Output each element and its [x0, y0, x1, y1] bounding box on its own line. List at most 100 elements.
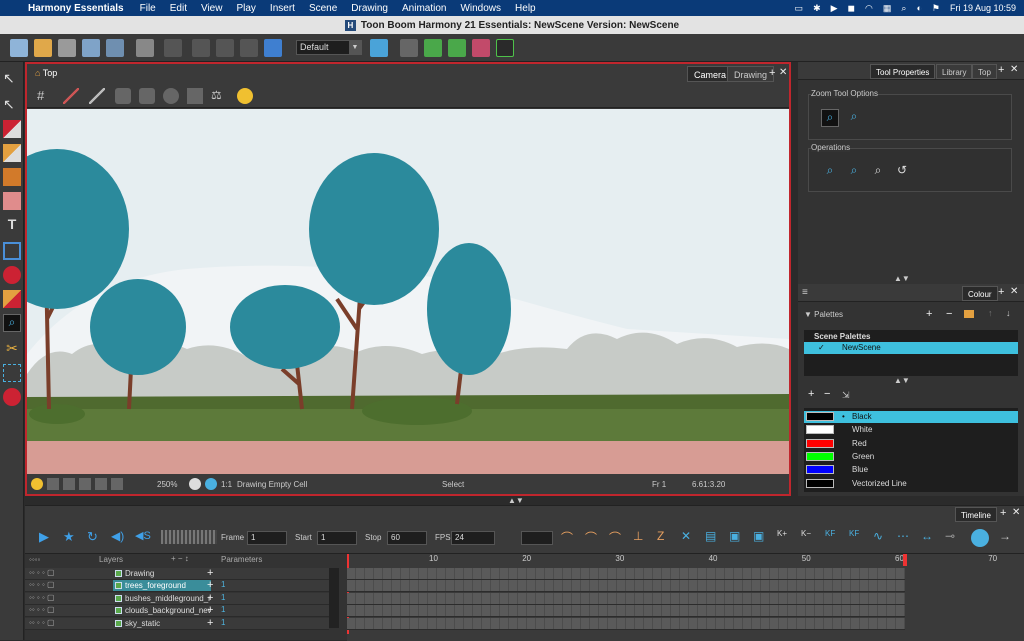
peg-icon[interactable] — [424, 39, 442, 57]
frame-row[interactable] — [347, 605, 905, 618]
dropper-icon[interactable] — [3, 290, 21, 308]
copy-icon[interactable] — [216, 39, 234, 57]
layer-toggles-icon[interactable]: ◦◦ ◦ ◦ ▢ — [29, 593, 55, 602]
app-menu[interactable]: Harmony Essentials — [28, 3, 124, 14]
delete-keyframe-icon[interactable]: K− — [801, 529, 819, 547]
ruler-icon[interactable] — [63, 88, 79, 104]
clear-exposure-icon[interactable]: ✕ — [681, 529, 699, 547]
light-bulb-icon[interactable] — [31, 478, 43, 490]
play-icon[interactable]: ▶ — [39, 529, 57, 547]
stop-marker[interactable] — [903, 554, 907, 566]
zoom-out-icon[interactable]: ⌕ — [845, 163, 863, 181]
peg-reset-icon[interactable] — [472, 39, 490, 57]
workspace-select[interactable]: Default ▼ — [296, 40, 362, 55]
tab-colour[interactable]: Colour — [962, 286, 998, 301]
add-palette-icon[interactable]: + — [926, 308, 932, 320]
menu-edit[interactable]: Edit — [170, 3, 187, 14]
loop-icon[interactable]: ↻ — [87, 529, 105, 547]
bluetooth-icon[interactable]: ✱ — [813, 3, 821, 14]
swatch-item[interactable]: Green — [804, 451, 1018, 463]
layer-toggles-icon[interactable]: ◦◦ ◦ ◦ ▢ — [29, 605, 55, 614]
motion-path-icon[interactable]: ∿ — [873, 529, 891, 547]
zoom-in-icon[interactable]: ⌕ — [821, 109, 839, 127]
lock-icon[interactable] — [95, 478, 107, 490]
add-layer-icon[interactable]: + − ↕ — [171, 554, 189, 563]
disc-icon[interactable] — [163, 88, 179, 104]
bone-icon[interactable]: ⊸ — [945, 529, 963, 547]
more-arrow-icon[interactable]: → — [999, 529, 1017, 547]
folder-icon[interactable] — [964, 310, 974, 318]
duplicate-drawing-icon[interactable]: ▣ — [753, 529, 771, 547]
tab-library[interactable]: Library — [936, 64, 973, 79]
layers-scrollbar[interactable] — [329, 568, 339, 628]
animate-tool-icon[interactable] — [3, 388, 21, 406]
add-panel-icon[interactable]: + — [998, 64, 1004, 76]
peg-add-icon[interactable] — [448, 39, 466, 57]
remove-palette-icon[interactable]: − — [946, 308, 952, 320]
splitter-arrows-icon[interactable]: ▲▼ — [894, 274, 910, 283]
play-selection-icon[interactable]: ★ — [63, 529, 81, 547]
onion-skin-toggle-icon[interactable] — [971, 529, 989, 547]
menu-scene[interactable]: Scene — [309, 3, 337, 14]
add-view-icon[interactable]: + — [769, 67, 775, 79]
swatch-item[interactable]: Black • — [804, 411, 1018, 423]
open-folder-icon[interactable] — [34, 39, 52, 57]
colour-options-icon[interactable]: ⇲ — [842, 390, 850, 401]
swatch-item[interactable]: White — [804, 424, 1018, 436]
stamp-icon[interactable] — [3, 168, 21, 186]
paint-bucket-icon[interactable] — [3, 266, 21, 284]
menu-drawing[interactable]: Drawing — [351, 3, 388, 14]
redo-icon[interactable] — [164, 39, 182, 57]
speed-slider[interactable] — [161, 530, 217, 544]
line-guide-icon[interactable] — [89, 88, 105, 104]
layer-row[interactable]: ◦◦ ◦ ◦ ▢ Drawing + — [25, 567, 329, 580]
brush-icon[interactable] — [3, 120, 21, 138]
balance-icon[interactable]: ⚖ — [211, 88, 227, 104]
start-field[interactable]: 1 — [317, 531, 357, 545]
close-icon[interactable]: ✕ — [1012, 507, 1020, 518]
stopwatch-icon[interactable] — [237, 88, 253, 104]
frame-row[interactable] — [347, 617, 905, 630]
expand-layer-icon[interactable]: + — [207, 604, 213, 616]
rectangle-tool-icon[interactable] — [3, 242, 21, 260]
field-chart-icon[interactable] — [79, 478, 91, 490]
gear-icon[interactable] — [189, 478, 201, 490]
transform-tool-icon[interactable] — [3, 364, 21, 382]
sound-icon[interactable]: ◀) — [111, 529, 129, 547]
contour-editor-icon[interactable]: ↖ — [3, 96, 21, 114]
layer-row[interactable]: ◦◦ ◦ ◦ ▢ sky_static +1 — [25, 617, 329, 630]
splitter-arrows-icon[interactable]: ▲▼ — [894, 376, 910, 385]
swatch-item[interactable]: Vectorized Line — [804, 478, 1018, 490]
zoom-level[interactable]: 250% — [157, 480, 177, 489]
menu-file[interactable]: File — [140, 3, 156, 14]
frame-grid[interactable]: 10 20 30 40 50 60 70 — [347, 554, 1024, 641]
menu-help[interactable]: Help — [515, 3, 536, 14]
select-arrow-icon[interactable]: ↖ — [3, 70, 21, 88]
undo-icon[interactable] — [136, 39, 154, 57]
expand-layer-icon[interactable]: + — [207, 617, 213, 629]
tab-drawing[interactable]: Drawing — [727, 66, 775, 82]
menu-view[interactable]: View — [201, 3, 223, 14]
cut-icon[interactable] — [192, 39, 210, 57]
save-icon[interactable] — [58, 39, 76, 57]
zoom-in-icon[interactable]: ⌕ — [821, 163, 839, 181]
layer-toggles-icon[interactable]: ◦◦ ◦ ◦ ▢ — [29, 580, 55, 589]
wifi-icon[interactable]: ◠ — [865, 3, 873, 14]
zoom-tool-icon[interactable]: ⌕ — [3, 314, 21, 332]
layer-row[interactable]: ◦◦ ◦ ◦ ▢ clouds_background_new +1 — [25, 604, 329, 618]
stop-field[interactable]: 60 — [387, 531, 427, 545]
close-icon[interactable]: ✕ — [1010, 286, 1018, 297]
layer-toggles-icon[interactable]: ◦◦ ◦ ◦ ▢ — [29, 568, 55, 577]
menu-insert[interactable]: Insert — [270, 3, 295, 14]
expand-layer-icon[interactable]: + — [207, 579, 213, 591]
drawing-mode-select[interactable] — [521, 531, 553, 545]
cutter-tool-icon[interactable]: ✂ — [3, 340, 21, 358]
transform-icon[interactable] — [400, 39, 418, 57]
tab-top[interactable]: Top — [972, 64, 997, 79]
new-scene-icon[interactable] — [10, 39, 28, 57]
flag-icon[interactable]: ⚑ — [932, 3, 940, 14]
menu-icon[interactable]: ≡ — [802, 287, 808, 298]
reset-view-icon[interactable] — [111, 478, 123, 490]
search-icon[interactable]: ⌕ — [901, 3, 906, 14]
non-constant-segment-icon[interactable]: Z — [657, 529, 675, 547]
